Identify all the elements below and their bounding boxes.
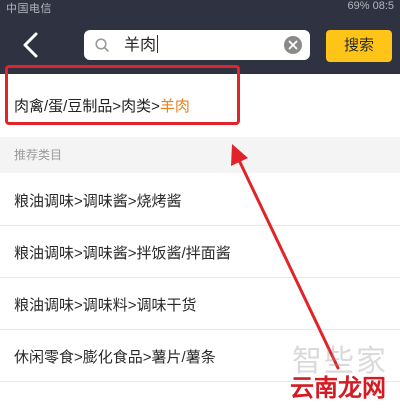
watermark-yunnanlongwang: 云南龙网 xyxy=(290,374,386,402)
search-header: 中国电信 69% 08:5 羊肉 搜索 xyxy=(0,0,400,74)
carrier-label: 中国电信 xyxy=(6,3,52,15)
recommended-item[interactable]: 粮油调味>调味料>调味干货 xyxy=(0,278,400,330)
search-input-value: 羊肉 xyxy=(124,35,159,54)
screen: 中国电信 69% 08:5 羊肉 搜索 肉禽/蛋/豆制品>肉类>羊肉 推荐类目 … xyxy=(0,0,400,412)
recommended-item-label: 粮油调味>调味酱>拌饭酱/拌面酱 xyxy=(14,245,231,262)
status-right-label: 69% 08:5 xyxy=(347,0,394,12)
search-icon xyxy=(95,38,109,52)
search-input[interactable]: 羊肉 xyxy=(84,30,310,60)
back-button[interactable] xyxy=(18,30,44,60)
recommended-item-label: 粮油调味>调味料>调味干货 xyxy=(14,297,197,314)
recommended-item-label: 粮油调味>调味酱>烧烤酱 xyxy=(14,193,182,210)
close-icon xyxy=(288,40,298,50)
chevron-left-icon xyxy=(23,32,38,58)
recommended-item[interactable]: 粮油调味>调味酱>烧烤酱 xyxy=(0,174,400,226)
clear-icon[interactable] xyxy=(284,36,302,54)
recommended-item[interactable]: 粮油调味>调味酱>拌饭酱/拌面酱 xyxy=(0,226,400,278)
recommended-section-title: 推荐类目 xyxy=(14,148,63,162)
recommended-item-label: 休闲零食>膨化食品>薯片/薯条 xyxy=(14,349,216,366)
status-bar: 中国电信 69% 08:5 xyxy=(0,0,400,18)
search-button[interactable]: 搜索 xyxy=(326,30,392,62)
annotation-highlight-box xyxy=(5,65,240,125)
text-caret xyxy=(157,35,159,53)
recommended-section-header: 推荐类目 xyxy=(0,137,400,173)
